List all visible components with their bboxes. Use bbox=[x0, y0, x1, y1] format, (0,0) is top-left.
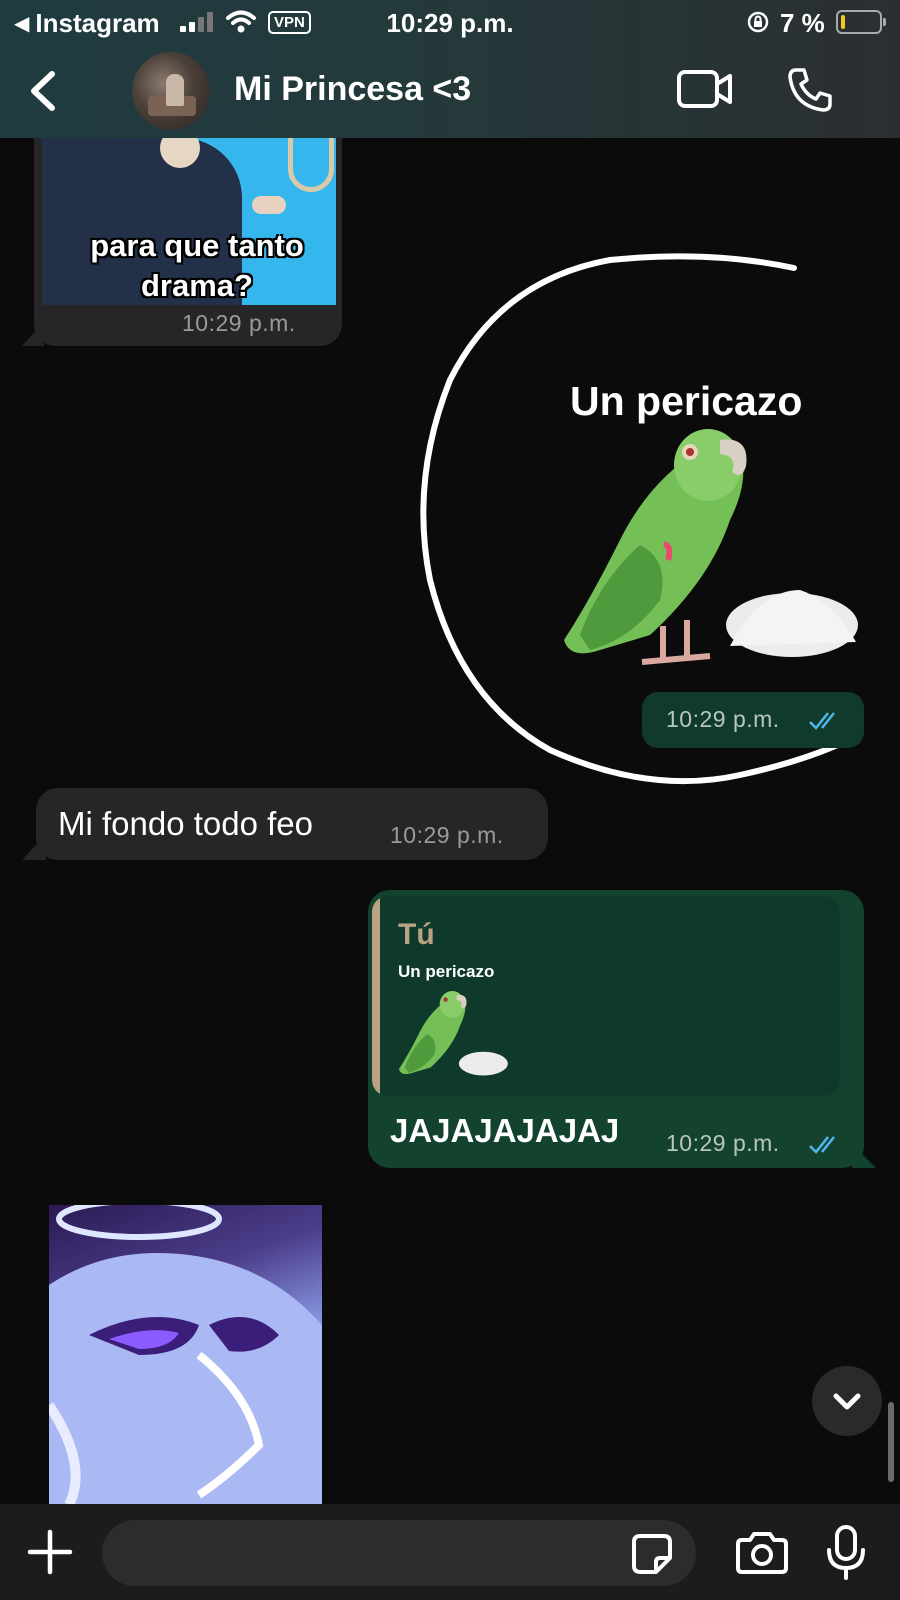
message-composer bbox=[0, 1504, 900, 1600]
avatar[interactable] bbox=[132, 52, 210, 130]
battery-icon bbox=[836, 10, 886, 34]
reply-time: 10:29 p.m. bbox=[666, 1130, 780, 1156]
sticker-icon[interactable] bbox=[630, 1532, 674, 1576]
anime-artwork bbox=[49, 1205, 322, 1505]
meme-image[interactable]: para que tanto drama? bbox=[42, 138, 336, 305]
camera-icon[interactable] bbox=[734, 1530, 790, 1576]
video-camera-icon[interactable] bbox=[676, 68, 734, 110]
orientation-lock-icon bbox=[747, 11, 769, 33]
quoted-message[interactable]: Tú Un pericazo bbox=[372, 896, 840, 1096]
read-ticks-icon bbox=[809, 712, 835, 730]
meme-time: 10:29 p.m. bbox=[182, 310, 296, 336]
plus-icon[interactable] bbox=[26, 1528, 74, 1576]
microphone-icon[interactable] bbox=[824, 1524, 868, 1582]
back-chevron-icon[interactable] bbox=[22, 68, 66, 114]
quoted-parrot-thumbnail bbox=[398, 991, 508, 1076]
reply-text: JAJAJAJAJAJ bbox=[390, 1112, 620, 1149]
meme-caption-line1: para que tanto bbox=[90, 228, 304, 263]
sticker-time: 10:29 p.m. bbox=[666, 706, 780, 732]
scrollbar[interactable] bbox=[888, 1402, 894, 1482]
read-ticks-icon bbox=[809, 1136, 835, 1154]
incoming-text: Mi fondo todo feo bbox=[58, 805, 314, 842]
scroll-to-bottom-button[interactable] bbox=[812, 1366, 882, 1436]
incoming-anime-image[interactable] bbox=[49, 1205, 322, 1505]
battery-percent: 7 % bbox=[780, 8, 825, 38]
phone-icon[interactable] bbox=[786, 66, 834, 114]
chat-header: ◀ Instagram VPN 10:29 p.m. 7 % Mi Prince… bbox=[0, 0, 900, 138]
message-input[interactable] bbox=[102, 1520, 696, 1586]
chevron-down-icon bbox=[833, 1393, 861, 1410]
quoted-text: Un pericazo bbox=[398, 962, 495, 981]
contact-name[interactable]: Mi Princesa <3 bbox=[234, 70, 471, 109]
parrot-sticker[interactable] bbox=[560, 410, 860, 680]
meme-caption-line2: drama? bbox=[141, 268, 253, 303]
quoted-author: Tú bbox=[398, 918, 435, 951]
status-bar: ◀ Instagram VPN 10:29 p.m. 7 % bbox=[0, 0, 900, 46]
incoming-text-time: 10:29 p.m. bbox=[390, 822, 504, 848]
